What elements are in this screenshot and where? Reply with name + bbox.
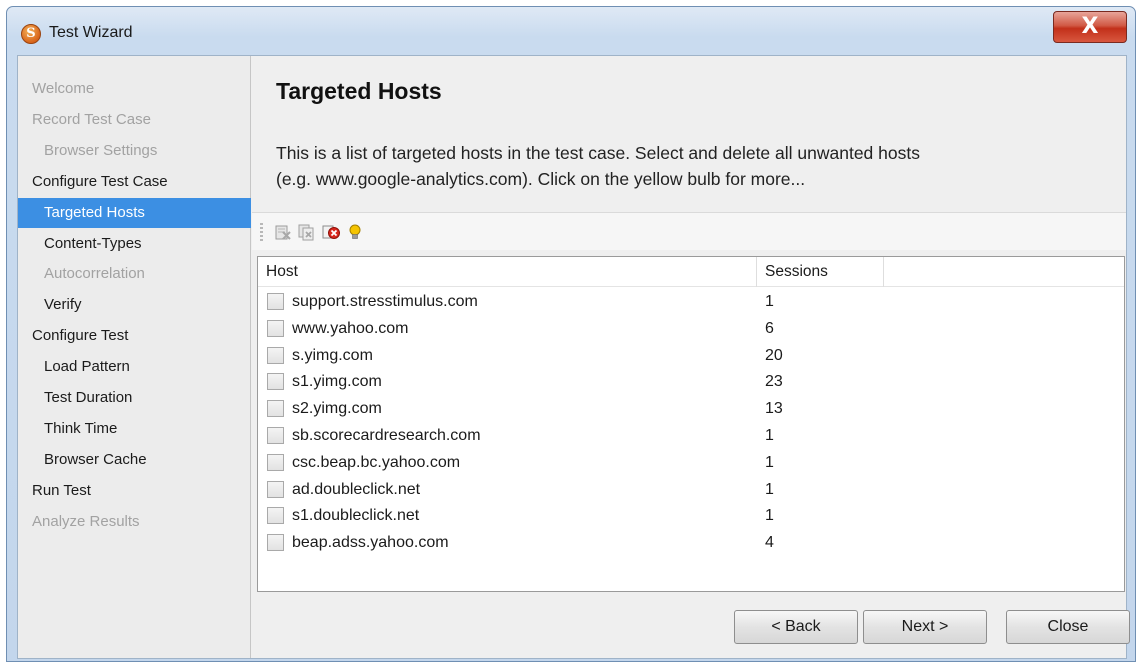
next-button[interactable]: Next > bbox=[863, 610, 987, 644]
host-checkbox[interactable] bbox=[267, 534, 284, 552]
host-checkbox[interactable] bbox=[267, 453, 284, 471]
sidebar-item-think-time[interactable]: Think Time bbox=[18, 414, 251, 444]
table-row[interactable]: sb.scorecardresearch.com 1 bbox=[258, 423, 1124, 450]
sidebar-item-welcome: Welcome bbox=[32, 80, 95, 97]
sessions-column-header[interactable]: Sessions bbox=[757, 257, 884, 287]
sidebar-item-configure-test-case[interactable]: Configure Test Case bbox=[18, 167, 251, 197]
app-logo-icon: S bbox=[21, 24, 41, 44]
sidebar-item-analyze-results: Analyze Results bbox=[32, 512, 140, 530]
sidebar-item-targeted-hosts[interactable]: Targeted Hosts bbox=[18, 197, 251, 228]
sessions-cell: 13 bbox=[765, 400, 783, 418]
close-button[interactable]: Close bbox=[1006, 610, 1130, 644]
sidebar-item-autocorrelation: Autocorrelation bbox=[44, 265, 145, 283]
host-cell: beap.adss.yahoo.com bbox=[292, 534, 449, 552]
delete-selected-icon[interactable] bbox=[274, 223, 292, 241]
page-title: Targeted Hosts bbox=[276, 78, 442, 104]
table-row[interactable]: beap.adss.yahoo.com 4 bbox=[258, 530, 1124, 557]
hosts-table: Host Sessions support.stresstimulus.com 1… bbox=[257, 256, 1125, 592]
host-cell: ad.doubleclick.net bbox=[292, 480, 421, 498]
sessions-cell: 1 bbox=[765, 507, 774, 525]
host-column-header[interactable]: Host bbox=[258, 257, 757, 287]
sidebar-item-record-test-case: Record Test Case bbox=[32, 110, 151, 128]
lightbulb-help-icon[interactable] bbox=[346, 223, 364, 241]
host-checkbox[interactable] bbox=[267, 400, 284, 418]
sidebar-item-verify[interactable]: Verify bbox=[18, 290, 251, 320]
sessions-cell: 20 bbox=[765, 346, 783, 364]
table-row[interactable]: s1.doubleclick.net 1 bbox=[258, 503, 1124, 530]
window-title: Test Wizard bbox=[49, 24, 133, 41]
wizard-steps-sidebar: Welcome Record Test Case Browser Settings C… bbox=[18, 56, 251, 658]
sessions-cell: 1 bbox=[765, 480, 774, 498]
table-row[interactable]: csc.beap.bc.yahoo.com 1 bbox=[258, 450, 1124, 477]
toolbar-grip[interactable] bbox=[260, 223, 263, 241]
host-checkbox[interactable] bbox=[267, 319, 284, 337]
table-row[interactable]: ad.doubleclick.net 1 bbox=[258, 477, 1124, 504]
host-cell: www.yahoo.com bbox=[292, 319, 409, 337]
hosts-toolbar bbox=[252, 212, 1126, 250]
sessions-cell: 6 bbox=[765, 319, 774, 337]
back-button[interactable]: < Back bbox=[734, 610, 858, 644]
sidebar-item-test-duration[interactable]: Test Duration bbox=[18, 383, 251, 413]
table-row[interactable]: s.yimg.com 20 bbox=[258, 343, 1124, 370]
sidebar-item-configure-test[interactable]: Configure Test bbox=[18, 321, 251, 351]
host-checkbox[interactable] bbox=[267, 346, 284, 364]
table-header: Host Sessions bbox=[258, 257, 1124, 287]
host-cell: s.yimg.com bbox=[292, 346, 373, 364]
host-checkbox[interactable] bbox=[267, 507, 284, 525]
host-checkbox[interactable] bbox=[267, 427, 284, 444]
page-description: This is a list of targeted hosts in the … bbox=[276, 140, 1116, 192]
sessions-cell: 23 bbox=[765, 373, 783, 391]
table-row[interactable]: s2.yimg.com 13 bbox=[258, 396, 1124, 423]
sidebar-item-load-pattern[interactable]: Load Pattern bbox=[18, 352, 251, 382]
host-cell: sb.scorecardresearch.com bbox=[292, 427, 481, 444]
delete-unchecked-icon[interactable] bbox=[322, 223, 340, 241]
sessions-cell: 4 bbox=[765, 534, 774, 552]
host-cell: support.stresstimulus.com bbox=[292, 293, 478, 310]
description-line-2: (e.g. www.google-analytics.com). Click o… bbox=[276, 169, 806, 189]
delete-all-icon[interactable] bbox=[298, 223, 316, 241]
wizard-client-area: Welcome Record Test Case Browser Settings C… bbox=[17, 55, 1130, 659]
sessions-cell: 1 bbox=[765, 293, 774, 310]
main-panel: Targeted Hosts This is a list of targete… bbox=[252, 56, 1130, 658]
sessions-cell: 1 bbox=[765, 453, 774, 471]
sidebar-item-browser-settings: Browser Settings bbox=[44, 141, 158, 159]
sessions-cell: 1 bbox=[765, 427, 774, 444]
host-cell: csc.beap.bc.yahoo.com bbox=[292, 453, 461, 471]
host-checkbox[interactable] bbox=[267, 293, 284, 310]
window-close-button[interactable]: X bbox=[1053, 11, 1127, 43]
table-row[interactable]: s1.yimg.com 23 bbox=[258, 369, 1124, 396]
test-wizard-window: S Test Wizard X Welcome Record Test Case B… bbox=[6, 6, 1136, 662]
sidebar-item-browser-cache[interactable]: Browser Cache bbox=[18, 445, 251, 475]
title-bar[interactable]: S Test Wizard X bbox=[7, 7, 1135, 53]
sidebar-item-run-test[interactable]: Run Test bbox=[18, 476, 251, 506]
host-cell: s1.doubleclick.net bbox=[292, 507, 420, 525]
table-row[interactable]: www.yahoo.com 6 bbox=[258, 316, 1124, 343]
table-row[interactable]: support.stresstimulus.com 1 bbox=[258, 289, 1124, 316]
host-checkbox[interactable] bbox=[267, 480, 284, 498]
host-cell: s2.yimg.com bbox=[292, 400, 382, 418]
host-cell: s1.yimg.com bbox=[292, 373, 382, 391]
description-line-1: This is a list of targeted hosts in the … bbox=[276, 143, 920, 163]
sidebar-item-content-types[interactable]: Content-Types bbox=[18, 229, 251, 259]
host-checkbox[interactable] bbox=[267, 373, 284, 391]
